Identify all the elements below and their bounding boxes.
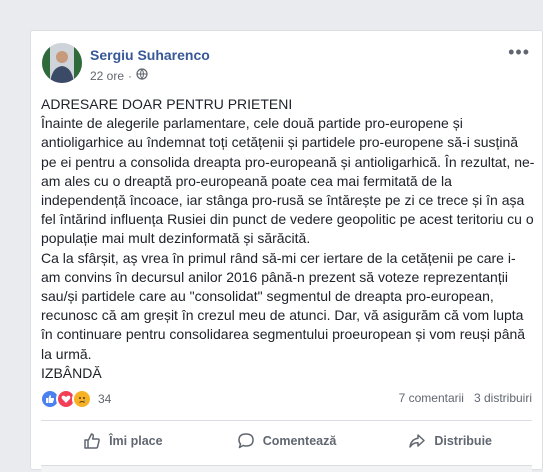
like-label: Îmi place bbox=[109, 434, 163, 448]
post-paragraph: ADRESARE DOAR PENTRU PRIETENI bbox=[41, 96, 293, 112]
share-label: Distribuie bbox=[434, 434, 492, 448]
share-icon bbox=[409, 434, 426, 448]
post-card: Sergiu Suharenco 22 ore · ••• ADRESARE D… bbox=[30, 30, 543, 472]
more-options-icon[interactable]: ••• bbox=[508, 43, 530, 61]
reactions-summary[interactable]: 34 bbox=[40, 389, 111, 409]
avatar[interactable] bbox=[42, 43, 82, 83]
comments-count[interactable]: 7 comentarii bbox=[399, 391, 464, 405]
post-paragraph: Înainte de alegerile parlamentare, cele … bbox=[41, 115, 535, 247]
post-paragraph: IZBÂNDĂ bbox=[41, 364, 102, 381]
share-button[interactable]: Distribuie bbox=[368, 421, 532, 461]
engagement-counts: 7 comentarii 3 distribuiri bbox=[399, 391, 532, 405]
comment-label: Comentează bbox=[262, 434, 337, 448]
globe-icon[interactable] bbox=[136, 68, 148, 83]
like-button[interactable]: Îmi place bbox=[41, 421, 205, 461]
comment-button[interactable]: Comentează bbox=[205, 421, 369, 461]
author-name[interactable]: Sergiu Suharenco bbox=[90, 47, 210, 63]
thumbs-up-icon bbox=[84, 433, 100, 449]
action-bar: Îmi place Comentează Distribuie bbox=[41, 421, 532, 461]
sad-reaction-icon bbox=[72, 389, 92, 409]
post-paragraph: Ca la sfârșit, aș vrea în primul rând să… bbox=[41, 249, 526, 362]
separator-dot: · bbox=[128, 68, 133, 83]
post-meta: 22 ore · bbox=[90, 68, 148, 83]
comment-icon bbox=[237, 433, 254, 449]
comment-area-edge bbox=[41, 465, 532, 472]
reaction-count: 34 bbox=[98, 392, 112, 406]
avatar-image bbox=[42, 43, 82, 83]
post-time[interactable]: 22 ore bbox=[90, 69, 124, 83]
post-body: ADRESARE DOAR PENTRU PRIETENI Înainte de… bbox=[41, 95, 535, 383]
shares-count[interactable]: 3 distribuiri bbox=[474, 391, 532, 405]
